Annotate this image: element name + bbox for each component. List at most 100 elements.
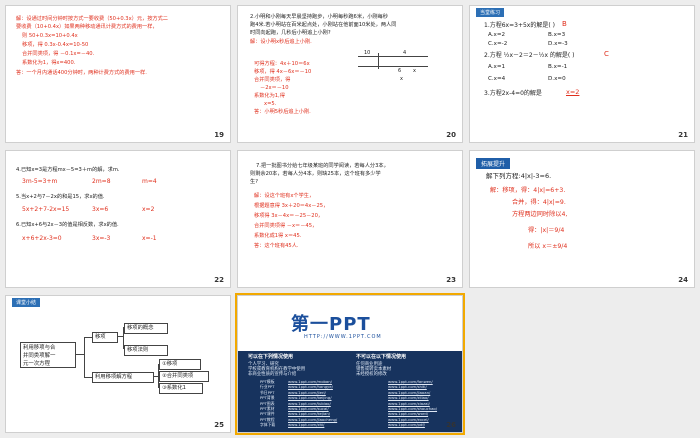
question-answer: x=2	[566, 88, 580, 96]
option: A.x=2	[488, 32, 506, 38]
slide-text: 合并同类项，得 －0.1x=－40.	[22, 51, 95, 57]
slide-thumbnail-23[interactable]: 7.把一批图书分给七年级某班的同学阅读，若每人分3本， 则剩余20本，若每人分4…	[237, 150, 463, 288]
step: m=4	[142, 178, 157, 185]
step: 答：这个班有45人.	[254, 243, 299, 249]
slide-thumbnail-20[interactable]: 2.小明和小刚每天早晨坚持跑步，小明每秒跑6米，小刚每秒 跑4米.若小明站在百米…	[237, 5, 463, 143]
step: 方程两边同时除以4,	[512, 211, 568, 218]
slide-number: 19	[214, 131, 224, 139]
usage-title: 可以在下列情况使用	[248, 354, 294, 360]
diagram-tick	[378, 53, 379, 69]
mindmap-node: 利用移项解方程	[92, 372, 154, 383]
diagram-label: x	[413, 68, 416, 74]
slide-number: 25	[214, 421, 224, 429]
slide-text: 要收费（10+0.4x）如果两种移动通讯计费方式的费用一样，	[16, 24, 158, 30]
step: 合并同类项得 －x＝－45，	[254, 223, 318, 229]
step: x+6+2x-3=0	[22, 235, 62, 242]
diagram-label: 4	[403, 50, 407, 56]
slide-thumbnail-19[interactable]: 解：设通过时间分钟时按方式一要收费（50+0.3x）元，按方式二 要收费（10+…	[5, 5, 231, 143]
mindmap-connector	[84, 337, 85, 377]
slide-sorter-grid: 解：设通过时间分钟时按方式一要收费（50+0.3x）元，按方式二 要收费（10+…	[0, 0, 700, 438]
link-url[interactable]: www.1ppt.com/ziti/	[288, 422, 324, 428]
slide-number: 22	[214, 276, 224, 284]
step: 移项得 3x－4x＝－25－20，	[254, 213, 324, 219]
step: 合并，得：4|x|=9.	[512, 199, 566, 206]
slide-text: 跑4米.若小明站在百米起点处，小刚站在他前面10米处，两人同	[250, 22, 397, 28]
slide-thumbnail-26[interactable]: 第一PPT HTTP://WWW.1PPT.COM 可以在下列情况使用 个人学习…	[235, 293, 465, 435]
option: B.x=3	[548, 32, 566, 38]
problem-text: 7.把一批图书分给七年级某班的同学阅读，若每人分3本，	[256, 163, 389, 169]
slide-number: 21	[678, 131, 688, 139]
option: C.x=-2	[488, 41, 508, 47]
slide-text: 系数化为1，得x=400.	[22, 60, 76, 66]
slide-text: －2x＝－10	[260, 85, 289, 91]
mindmap-node: ②合并同类项	[159, 371, 209, 382]
step: 根据题意得 3x＋20＝4x－25，	[254, 203, 329, 209]
slide-text: 2.小明和小刚每天早晨坚持跑步，小明每秒跑6米，小刚每秒	[250, 14, 388, 20]
step: 系数化成1得 x＝45.	[254, 233, 302, 239]
step: 2m=8	[92, 178, 111, 185]
slide-thumbnail-22[interactable]: 4.已知x=3是方程mx－5=3＋m的解，求m. 3m-5=3+m 2m=8 m…	[5, 150, 231, 288]
problem-text: 则剩余20本，若每人分4本，则缺25本，这个班有多少学	[250, 171, 381, 177]
link-url[interactable]: www.1ppt.com/pdf/	[388, 422, 425, 428]
mindmap-node: 移项	[92, 332, 118, 343]
option: D.x=-3	[548, 41, 568, 47]
brand-logo: 第一PPT	[291, 314, 371, 335]
question-text: 1.方程6x=3+5x的解是( )	[484, 22, 555, 29]
slide-text: 答：小明5秒后追上小刚.	[254, 109, 311, 115]
step: 3x=-3	[92, 235, 111, 242]
slide-text: 时同向起跑，几秒后小明追上小刚?	[250, 30, 331, 36]
problem-text: 生?	[250, 179, 258, 185]
mindmap-node: 移项法则	[124, 345, 168, 356]
step: 所以 x＝±9/4	[528, 243, 568, 250]
step: 解：设这个班有x个学生，	[254, 193, 315, 199]
slide-text: 可得方程：4x＋10＝6x	[254, 61, 310, 67]
option: B.x=-1	[548, 64, 568, 70]
slide-text: 移项，得 0.3x-0.4x=10-50	[22, 42, 89, 48]
mindmap-node: ①移项	[159, 359, 201, 370]
question-answer: C	[604, 50, 609, 58]
diagram-label: 10	[364, 50, 371, 56]
problem-text: 4.已知x=3是方程mx－5=3＋m的解，求m.	[16, 167, 120, 173]
step: 3x=6	[92, 206, 109, 213]
problem-text: 5.当x+2与7－2x的和是15，求x的值.	[16, 194, 105, 200]
slide-thumbnail-25[interactable]: 课堂小结 利用移项与合 并同类项解一 元一次方程 移项 移项的概念 移项法则 利…	[5, 295, 231, 433]
mindmap-connector	[84, 377, 92, 378]
mindmap-root: 利用移项与合 并同类项解一 元一次方程	[20, 342, 76, 368]
slide-thumbnail-21[interactable]: 当堂练习 1.方程6x=3+5x的解是( ) B A.x=2 B.x=3 C.x…	[469, 5, 695, 143]
option: D.x=0	[548, 76, 566, 82]
slide-text: x=5.	[264, 101, 277, 107]
mindmap-node: ③系数化1	[159, 383, 203, 394]
slide-number: 26	[446, 421, 456, 429]
option: C.x=4	[488, 76, 506, 82]
brand-url: HTTP://WWW.1PPT.COM	[304, 334, 382, 340]
slide-text: 答：一个月内通话400分钟时，两种计费方式的费用一样.	[16, 70, 147, 76]
slide-number: 24	[678, 276, 688, 284]
slide-text: 合并同类项，得	[254, 77, 291, 83]
problem-title: 解下列方程:4|x|-3=6.	[486, 172, 552, 180]
mindmap-node: 移项的概念	[124, 323, 168, 334]
slide-text: 解：设小明x秒后追上小刚.	[250, 39, 312, 45]
slide-number: 23	[446, 276, 456, 284]
usage-title: 不可以在以下情况使用	[356, 354, 407, 360]
ppt-banner: 第一PPT HTTP://WWW.1PPT.COM	[238, 296, 462, 351]
ppt-info-panel: 可以在下列情况使用 个人学习、研究 学校或教育机构在教学中使用 非商业性质的宣传…	[238, 351, 462, 432]
diagram-label: x	[400, 76, 403, 82]
question-text: 2.方程 ½x－2＝2－½x 的解是( )	[484, 52, 575, 59]
diagram-label: 6	[398, 68, 402, 74]
usage-item: 非商业性质的宣传与介绍	[248, 372, 297, 377]
question-answer: B	[562, 20, 567, 28]
mindmap-connector	[76, 354, 84, 355]
step: 5x+2+7-2x=15	[22, 206, 70, 213]
diagram-line	[358, 66, 428, 67]
slide-text: 解：设通过时间分钟时按方式一要收费（50+0.3x）元，按方式二	[16, 16, 168, 22]
step: x=-1	[142, 235, 157, 242]
slide-number: 20	[446, 131, 456, 139]
slide-text: 则 50+0.3x=10+0.4x	[22, 33, 78, 39]
section-tag: 拓展提升	[476, 158, 511, 169]
step: 3m-5=3+m	[22, 178, 58, 185]
section-tag: 课堂小结	[12, 298, 41, 307]
slide-text: 移项，得 4x－6x＝－10	[254, 69, 312, 75]
problem-text: 6.已知x+6与2x－3的值是相反数，求x的值.	[16, 222, 119, 228]
slide-thumbnail-24[interactable]: 拓展提升 解下列方程:4|x|-3=6. 解：移项，得：4|x|=6+3. 合并…	[469, 150, 695, 288]
option: A.x=1	[488, 64, 506, 70]
